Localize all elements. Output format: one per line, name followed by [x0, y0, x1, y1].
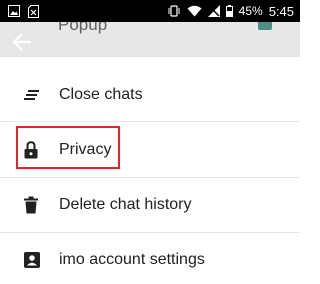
status-bar-right: 45% 5:45	[167, 4, 300, 19]
battery-percent: 45%	[238, 4, 263, 18]
options-menu: Close chats Privacy Delete chat history	[0, 56, 300, 284]
menu-item-label: imo account settings	[59, 250, 205, 268]
battery-icon	[225, 5, 233, 17]
menu-item-delete-chat-history[interactable]: Delete chat history	[0, 177, 300, 232]
clock-time: 5:45	[268, 3, 294, 19]
status-bar-left	[0, 4, 39, 18]
menu-item-label: Close chats	[59, 85, 143, 103]
no-sim-icon	[207, 5, 220, 17]
lock-icon	[24, 140, 38, 158]
wifi-icon	[187, 5, 202, 17]
screen: 45% 5:45 Popup Close chats Privacy Delet…	[0, 0, 300, 284]
menu-item-imo-account-settings[interactable]: imo account settings	[0, 232, 300, 284]
sim-card-icon	[28, 4, 39, 18]
close-chats-icon	[24, 89, 39, 100]
arrow-back-icon[interactable]	[12, 33, 32, 51]
menu-item-close-chats[interactable]: Close chats	[0, 67, 300, 122]
image-icon	[8, 5, 20, 17]
menu-item-label: Privacy	[59, 140, 112, 158]
menu-item-label: Delete chat history	[59, 195, 192, 213]
account-box-icon	[24, 251, 40, 268]
trash-icon	[24, 196, 38, 213]
status-bar: 45% 5:45	[0, 0, 300, 22]
vibrate-icon	[168, 5, 180, 17]
menu-item-privacy[interactable]: Privacy	[0, 122, 300, 177]
